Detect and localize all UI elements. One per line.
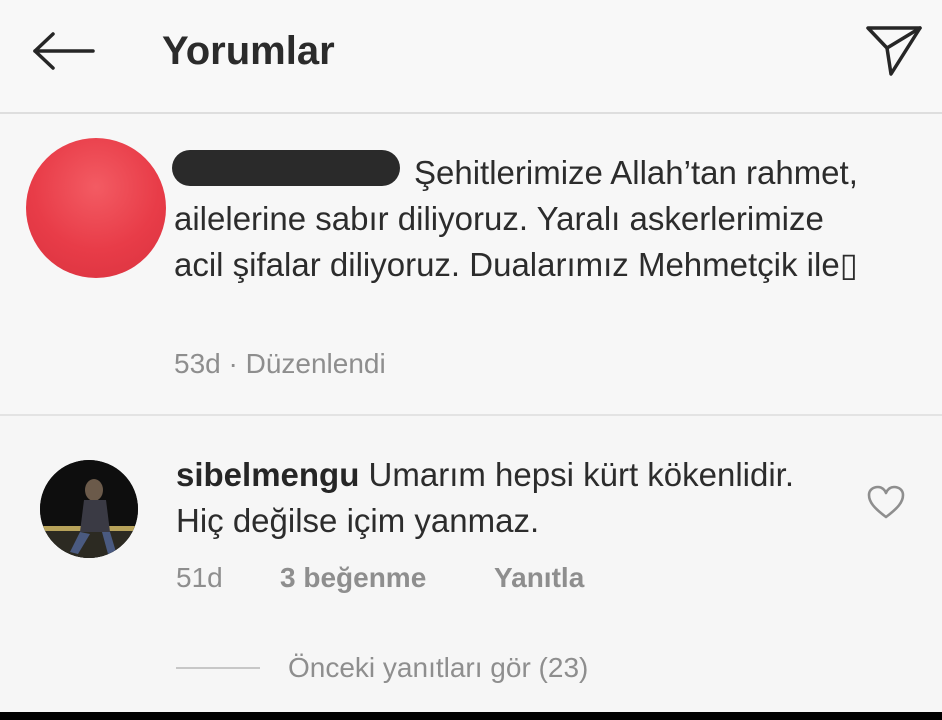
heart-icon	[867, 485, 905, 519]
view-previous-replies[interactable]: Önceki yanıtları gör (23)	[176, 646, 588, 690]
share-button[interactable]	[860, 20, 928, 82]
caption-time: 53d	[174, 348, 221, 379]
likes-count-link[interactable]: 3 beğenme	[280, 558, 426, 598]
paper-plane-icon	[866, 26, 922, 76]
avatar[interactable]	[26, 138, 166, 278]
reply-username[interactable]: sibelmengu	[176, 456, 359, 493]
reply-comment: sibelmengu Umarım hepsi kürt kökenlidir.…	[176, 452, 816, 544]
reply-button[interactable]: Yanıtla	[494, 558, 584, 598]
divider	[0, 414, 942, 416]
arrow-left-icon	[33, 32, 95, 70]
page-title: Yorumlar	[162, 29, 335, 73]
caption-meta: 53d · Düzenlendi	[174, 344, 386, 384]
avatar[interactable]	[40, 460, 138, 558]
caption-text: Şehitlerimize Allah’tan rahmet, aileleri…	[174, 150, 864, 288]
header-bar: Yorumlar	[0, 0, 942, 114]
bottom-edge	[0, 712, 942, 720]
replies-line	[176, 667, 260, 669]
edited-label: · Düzenlendi	[228, 348, 386, 379]
back-button[interactable]	[28, 26, 100, 76]
caption-body: Şehitlerimize Allah’tan rahmet, aileleri…	[174, 154, 858, 283]
view-replies-label: Önceki yanıtları gör (23)	[288, 652, 589, 683]
avatar-photo	[40, 460, 138, 558]
reply-time: 51d	[176, 562, 223, 593]
unknown-glyph: ▯	[839, 246, 858, 283]
like-button[interactable]	[866, 484, 906, 520]
